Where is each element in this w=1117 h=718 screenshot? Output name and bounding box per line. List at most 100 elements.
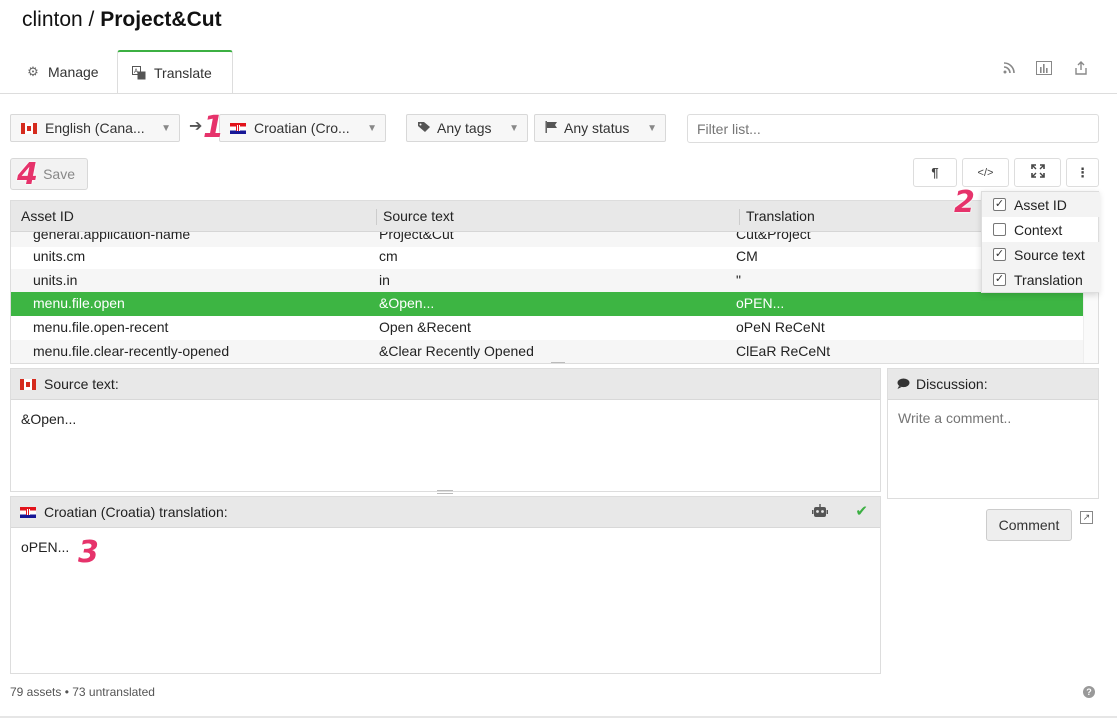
chevron-down-icon: ▼ [647,122,657,134]
export-icon[interactable] [1071,58,1091,78]
translation-cell: " [736,272,741,288]
more-options-button[interactable]: ⋮ [1066,158,1099,187]
menu-item-label: Context [1014,221,1063,238]
tags-filter-select[interactable]: Any tags ▼ [406,114,528,142]
tags-icon [417,120,431,136]
comment-textarea[interactable] [888,400,1098,498]
owner-name[interactable]: clinton [22,8,83,31]
table-rows: general.application-name Project&Cut Cut… [11,232,1084,363]
menu-item-label: Source text [1014,246,1085,263]
croatia-flag-icon [230,122,246,134]
menu-item-asset-id[interactable]: ✓ Asset ID [982,192,1100,217]
checkbox-checked[interactable]: ✓ [993,248,1006,261]
column-divider[interactable] [739,209,740,225]
annotation-badge-3: 3 [78,535,99,570]
table-row[interactable]: units.in in " [11,269,1084,293]
asset-id-cell: general.application-name [33,232,191,242]
checkbox-checked[interactable]: ✓ [993,198,1006,211]
asset-id-cell: menu.file.open-recent [33,319,169,335]
pilcrow-toggle-button[interactable]: ¶ [913,158,957,187]
status-filter-select[interactable]: Any status ▼ [534,114,666,142]
tabs-divider [0,93,1117,94]
tab-translate[interactable]: A Translate [117,50,233,94]
croatia-flag-icon [20,506,36,518]
comment-button-label: Comment [998,517,1060,533]
resize-handle[interactable] [437,490,453,494]
save-button-label: Save [43,166,75,182]
comment-button[interactable]: Comment [986,509,1072,541]
target-language-label: Croatian (Cro... [254,120,350,136]
status-footer: 79 assets • 73 untranslated [10,685,155,699]
translation-cell: oPEN... [736,295,785,311]
table-row[interactable]: menu.file.clear-recently-opened &Clear R… [11,340,1084,363]
menu-item-source-text[interactable]: ✓ Source text [982,242,1100,267]
table-header: Asset ID Source text Translation [11,201,1098,232]
title-separator: / [82,8,101,31]
menu-item-translation[interactable]: ✓ Translation [982,267,1100,292]
source-language-select[interactable]: English (Cana... ▼ [10,114,180,142]
translation-editor[interactable]: oPEN... [21,539,69,555]
source-text-cell: Open &Recent [379,319,471,335]
project-name: Project&Cut [100,8,222,31]
flag-icon [545,120,558,136]
column-divider[interactable] [376,209,377,225]
robot-icon[interactable] [812,504,828,518]
menu-item-label: Translation [1014,271,1083,288]
target-language-select[interactable]: Croatian (Cro... ▼ [219,114,386,142]
discussion-panel-title: Discussion: [916,376,988,392]
tab-manage-label: Manage [48,64,99,80]
source-text-content: &Open... [21,411,77,427]
translation-cell: ClEaR ReCeNt [736,343,831,359]
column-visibility-menu: ✓ Asset ID Context ✓ Source text ✓ Trans… [981,191,1100,293]
menu-item-context[interactable]: Context [982,217,1100,242]
source-panel-header: Source text: [11,369,880,400]
source-text-cell: Project&Cut [379,232,454,242]
asset-id-cell: menu.file.open [33,295,125,311]
table-row[interactable]: menu.file.open-recent Open &Recent oPeN … [11,316,1084,340]
resize-handle[interactable] [551,362,565,363]
tags-filter-label: Any tags [437,120,492,136]
checkmark-icon[interactable]: ✔ [855,502,868,520]
stats-icon[interactable] [1034,58,1054,78]
popout-icon[interactable]: ↗ [1080,511,1093,524]
chevron-down-icon: ▼ [367,122,377,134]
assets-table: Asset ID Source text Translation general… [10,200,1099,364]
source-text-cell: in [379,272,390,288]
menu-item-label: Asset ID [1014,196,1067,213]
annotation-badge-1: 1 [203,110,224,145]
table-row-selected[interactable]: menu.file.open &Open... oPEN... [11,292,1084,316]
translation-panel-header: Croatian (Croatia) translation: ✔ [11,497,880,528]
expand-button[interactable] [1014,158,1061,187]
translation-cell: Cut&Project [736,232,811,242]
filter-list-input[interactable] [687,114,1099,143]
translation-panel: Croatian (Croatia) translation: ✔ oPEN..… [10,496,881,674]
arrow-right-icon: ➔ [189,118,203,135]
tab-manage[interactable]: ⚙ Manage [12,50,113,94]
translation-panel-title: Croatian (Croatia) translation: [44,504,228,520]
column-header-source-text[interactable]: Source text [383,208,454,224]
gears-icon: ⚙ [27,64,39,79]
asset-id-cell: menu.file.clear-recently-opened [33,343,230,359]
checkbox-checked[interactable]: ✓ [993,273,1006,286]
source-text-panel: Source text: &Open... [10,368,881,492]
checkbox-unchecked[interactable] [993,223,1006,236]
column-header-translation[interactable]: Translation [746,208,815,224]
more-vertical-icon: ⋮ [1076,164,1089,180]
column-header-asset-id[interactable]: Asset ID [21,208,74,224]
source-text-cell: cm [379,248,398,264]
help-icon[interactable]: ? [1083,686,1095,698]
expand-icon [1030,164,1045,181]
chevron-down-icon: ▼ [161,122,171,134]
table-row[interactable]: units.cm cm CM [11,245,1084,269]
code-toggle-button[interactable]: </> [962,158,1009,187]
asset-id-cell: units.in [33,272,78,288]
annotation-badge-2: 2 [954,185,975,220]
source-language-label: English (Cana... [45,120,145,136]
chevron-down-icon: ▼ [509,122,519,134]
annotation-badge-4: 4 [17,157,38,192]
discussion-panel: Discussion: [887,368,1099,499]
pilcrow-icon: ¶ [931,165,939,180]
canada-flag-icon [20,378,36,390]
rss-icon[interactable] [999,58,1019,78]
source-text-cell: &Clear Recently Opened [379,343,534,359]
